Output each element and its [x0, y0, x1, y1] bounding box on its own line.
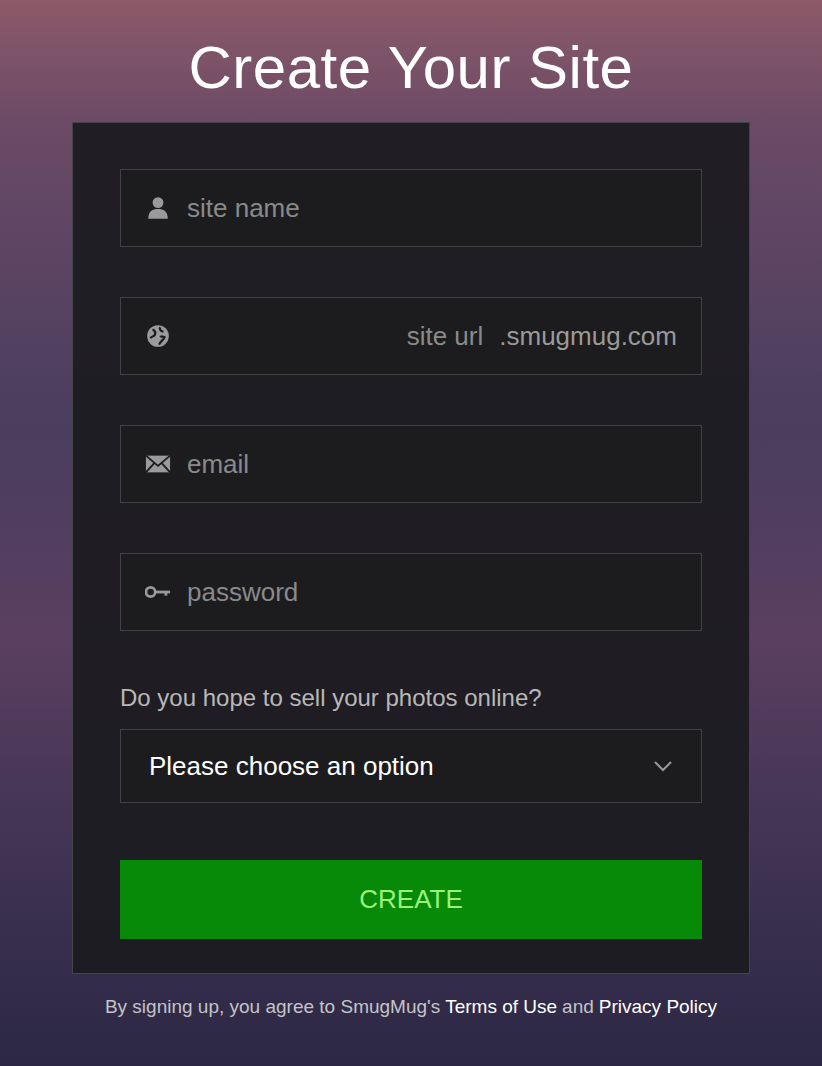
email-field[interactable] [120, 425, 702, 503]
select-value: Please choose an option [149, 751, 434, 782]
terms-text: and [562, 996, 594, 1018]
terms-link[interactable]: Terms of Use [445, 996, 557, 1018]
signup-page: Create Your Site .smugmug.com Do you hope … [0, 0, 822, 1066]
sell-question: Do you hope to sell your photos online? [120, 683, 702, 713]
password-input[interactable] [187, 577, 677, 608]
envelope-icon [145, 451, 171, 477]
signup-panel: .smugmug.com Do you hope to sell your pho… [72, 122, 750, 974]
page-title: Create Your Site [189, 30, 634, 106]
name-input[interactable] [187, 193, 677, 224]
password-field[interactable] [120, 553, 702, 631]
terms-text: By signing up, you agree to SmugMug's [105, 996, 440, 1018]
url-field[interactable]: .smugmug.com [120, 297, 702, 375]
chevron-down-icon [653, 760, 673, 772]
create-button[interactable]: CREATE [120, 860, 702, 939]
terms-link[interactable]: Privacy Policy [599, 996, 717, 1018]
person-icon [145, 195, 171, 221]
url-suffix: .smugmug.com [499, 321, 677, 352]
key-icon [145, 579, 171, 605]
email-input[interactable] [187, 449, 677, 480]
globe-icon [145, 323, 171, 349]
sell-select[interactable]: Please choose an option [120, 729, 702, 803]
name-field[interactable] [120, 169, 702, 247]
terms-note: By signing up, you agree to SmugMug'sTer… [105, 996, 717, 1018]
url-input[interactable] [187, 321, 483, 352]
